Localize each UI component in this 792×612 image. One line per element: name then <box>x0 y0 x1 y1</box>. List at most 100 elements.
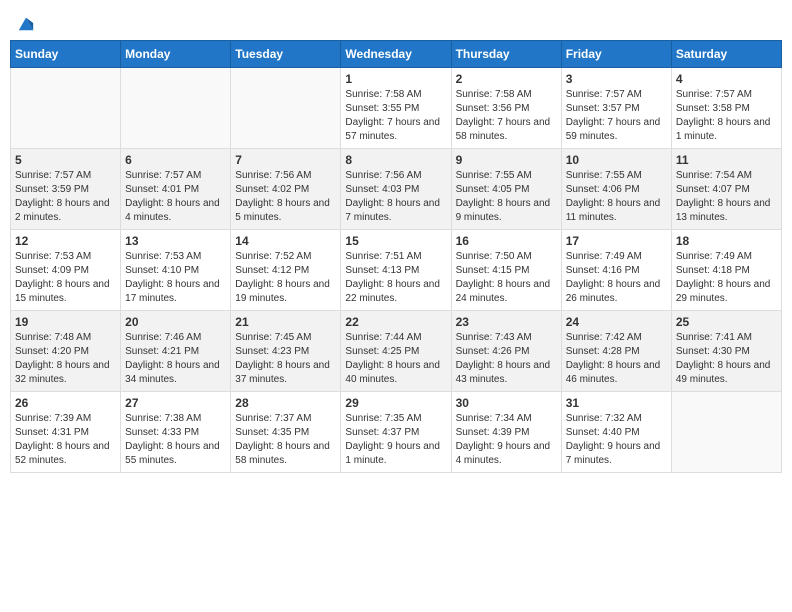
day-cell: 26 Sunrise: 7:39 AMSunset: 4:31 PMDaylig… <box>11 392 121 473</box>
day-number: 5 <box>15 153 116 167</box>
day-number: 27 <box>125 396 226 410</box>
day-cell: 17 Sunrise: 7:49 AMSunset: 4:16 PMDaylig… <box>561 230 671 311</box>
day-info: Sunrise: 7:49 AMSunset: 4:16 PMDaylight:… <box>566 251 661 304</box>
day-info: Sunrise: 7:35 AMSunset: 4:37 PMDaylight:… <box>345 413 440 466</box>
day-number: 11 <box>676 153 777 167</box>
day-cell <box>121 68 231 149</box>
day-number: 31 <box>566 396 667 410</box>
day-info: Sunrise: 7:48 AMSunset: 4:20 PMDaylight:… <box>15 332 110 385</box>
day-number: 18 <box>676 234 777 248</box>
day-cell: 10 Sunrise: 7:55 AMSunset: 4:06 PMDaylig… <box>561 149 671 230</box>
day-info: Sunrise: 7:53 AMSunset: 4:09 PMDaylight:… <box>15 251 110 304</box>
weekday-header-monday: Monday <box>121 41 231 68</box>
day-number: 14 <box>235 234 336 248</box>
day-info: Sunrise: 7:55 AMSunset: 4:06 PMDaylight:… <box>566 170 661 223</box>
day-cell: 11 Sunrise: 7:54 AMSunset: 4:07 PMDaylig… <box>671 149 781 230</box>
day-cell <box>231 68 341 149</box>
day-cell: 1 Sunrise: 7:58 AMSunset: 3:55 PMDayligh… <box>341 68 451 149</box>
page-header <box>10 10 782 32</box>
day-info: Sunrise: 7:45 AMSunset: 4:23 PMDaylight:… <box>235 332 330 385</box>
day-cell: 14 Sunrise: 7:52 AMSunset: 4:12 PMDaylig… <box>231 230 341 311</box>
day-info: Sunrise: 7:44 AMSunset: 4:25 PMDaylight:… <box>345 332 440 385</box>
day-info: Sunrise: 7:56 AMSunset: 4:02 PMDaylight:… <box>235 170 330 223</box>
day-number: 10 <box>566 153 667 167</box>
day-info: Sunrise: 7:54 AMSunset: 4:07 PMDaylight:… <box>676 170 771 223</box>
day-info: Sunrise: 7:43 AMSunset: 4:26 PMDaylight:… <box>456 332 551 385</box>
day-info: Sunrise: 7:57 AMSunset: 3:58 PMDaylight:… <box>676 89 771 142</box>
day-cell: 6 Sunrise: 7:57 AMSunset: 4:01 PMDayligh… <box>121 149 231 230</box>
day-info: Sunrise: 7:38 AMSunset: 4:33 PMDaylight:… <box>125 413 220 466</box>
day-cell: 8 Sunrise: 7:56 AMSunset: 4:03 PMDayligh… <box>341 149 451 230</box>
day-cell: 28 Sunrise: 7:37 AMSunset: 4:35 PMDaylig… <box>231 392 341 473</box>
day-number: 24 <box>566 315 667 329</box>
day-number: 16 <box>456 234 557 248</box>
day-number: 7 <box>235 153 336 167</box>
day-cell: 2 Sunrise: 7:58 AMSunset: 3:56 PMDayligh… <box>451 68 561 149</box>
day-cell: 24 Sunrise: 7:42 AMSunset: 4:28 PMDaylig… <box>561 311 671 392</box>
day-info: Sunrise: 7:49 AMSunset: 4:18 PMDaylight:… <box>676 251 771 304</box>
day-number: 13 <box>125 234 226 248</box>
day-info: Sunrise: 7:57 AMSunset: 3:57 PMDaylight:… <box>566 89 661 142</box>
day-info: Sunrise: 7:57 AMSunset: 3:59 PMDaylight:… <box>15 170 110 223</box>
day-number: 29 <box>345 396 446 410</box>
weekday-header-sunday: Sunday <box>11 41 121 68</box>
calendar-table: SundayMondayTuesdayWednesdayThursdayFrid… <box>10 40 782 473</box>
day-number: 30 <box>456 396 557 410</box>
day-cell: 27 Sunrise: 7:38 AMSunset: 4:33 PMDaylig… <box>121 392 231 473</box>
week-row-2: 5 Sunrise: 7:57 AMSunset: 3:59 PMDayligh… <box>11 149 782 230</box>
day-number: 21 <box>235 315 336 329</box>
day-cell: 4 Sunrise: 7:57 AMSunset: 3:58 PMDayligh… <box>671 68 781 149</box>
day-number: 23 <box>456 315 557 329</box>
day-cell: 25 Sunrise: 7:41 AMSunset: 4:30 PMDaylig… <box>671 311 781 392</box>
day-number: 3 <box>566 72 667 86</box>
day-info: Sunrise: 7:52 AMSunset: 4:12 PMDaylight:… <box>235 251 330 304</box>
day-number: 9 <box>456 153 557 167</box>
day-number: 26 <box>15 396 116 410</box>
day-number: 19 <box>15 315 116 329</box>
day-cell <box>671 392 781 473</box>
day-info: Sunrise: 7:41 AMSunset: 4:30 PMDaylight:… <box>676 332 771 385</box>
day-number: 20 <box>125 315 226 329</box>
week-row-1: 1 Sunrise: 7:58 AMSunset: 3:55 PMDayligh… <box>11 68 782 149</box>
day-info: Sunrise: 7:42 AMSunset: 4:28 PMDaylight:… <box>566 332 661 385</box>
day-cell: 29 Sunrise: 7:35 AMSunset: 4:37 PMDaylig… <box>341 392 451 473</box>
day-cell: 31 Sunrise: 7:32 AMSunset: 4:40 PMDaylig… <box>561 392 671 473</box>
day-number: 4 <box>676 72 777 86</box>
day-info: Sunrise: 7:55 AMSunset: 4:05 PMDaylight:… <box>456 170 551 223</box>
day-cell: 21 Sunrise: 7:45 AMSunset: 4:23 PMDaylig… <box>231 311 341 392</box>
day-info: Sunrise: 7:51 AMSunset: 4:13 PMDaylight:… <box>345 251 440 304</box>
day-number: 1 <box>345 72 446 86</box>
day-number: 6 <box>125 153 226 167</box>
weekday-header-row: SundayMondayTuesdayWednesdayThursdayFrid… <box>11 41 782 68</box>
day-cell: 7 Sunrise: 7:56 AMSunset: 4:02 PMDayligh… <box>231 149 341 230</box>
day-number: 22 <box>345 315 446 329</box>
weekday-header-thursday: Thursday <box>451 41 561 68</box>
day-cell: 13 Sunrise: 7:53 AMSunset: 4:10 PMDaylig… <box>121 230 231 311</box>
day-cell <box>11 68 121 149</box>
day-info: Sunrise: 7:53 AMSunset: 4:10 PMDaylight:… <box>125 251 220 304</box>
weekday-header-saturday: Saturday <box>671 41 781 68</box>
week-row-3: 12 Sunrise: 7:53 AMSunset: 4:09 PMDaylig… <box>11 230 782 311</box>
weekday-header-tuesday: Tuesday <box>231 41 341 68</box>
weekday-header-friday: Friday <box>561 41 671 68</box>
day-info: Sunrise: 7:58 AMSunset: 3:56 PMDaylight:… <box>456 89 551 142</box>
day-cell: 9 Sunrise: 7:55 AMSunset: 4:05 PMDayligh… <box>451 149 561 230</box>
day-number: 8 <box>345 153 446 167</box>
logo-icon <box>17 14 35 32</box>
day-cell: 20 Sunrise: 7:46 AMSunset: 4:21 PMDaylig… <box>121 311 231 392</box>
day-info: Sunrise: 7:34 AMSunset: 4:39 PMDaylight:… <box>456 413 551 466</box>
day-cell: 5 Sunrise: 7:57 AMSunset: 3:59 PMDayligh… <box>11 149 121 230</box>
day-number: 15 <box>345 234 446 248</box>
day-number: 28 <box>235 396 336 410</box>
day-info: Sunrise: 7:50 AMSunset: 4:15 PMDaylight:… <box>456 251 551 304</box>
day-cell: 23 Sunrise: 7:43 AMSunset: 4:26 PMDaylig… <box>451 311 561 392</box>
day-number: 25 <box>676 315 777 329</box>
weekday-header-wednesday: Wednesday <box>341 41 451 68</box>
day-info: Sunrise: 7:57 AMSunset: 4:01 PMDaylight:… <box>125 170 220 223</box>
day-cell: 22 Sunrise: 7:44 AMSunset: 4:25 PMDaylig… <box>341 311 451 392</box>
day-info: Sunrise: 7:37 AMSunset: 4:35 PMDaylight:… <box>235 413 330 466</box>
day-cell: 19 Sunrise: 7:48 AMSunset: 4:20 PMDaylig… <box>11 311 121 392</box>
day-number: 17 <box>566 234 667 248</box>
day-info: Sunrise: 7:46 AMSunset: 4:21 PMDaylight:… <box>125 332 220 385</box>
day-info: Sunrise: 7:56 AMSunset: 4:03 PMDaylight:… <box>345 170 440 223</box>
